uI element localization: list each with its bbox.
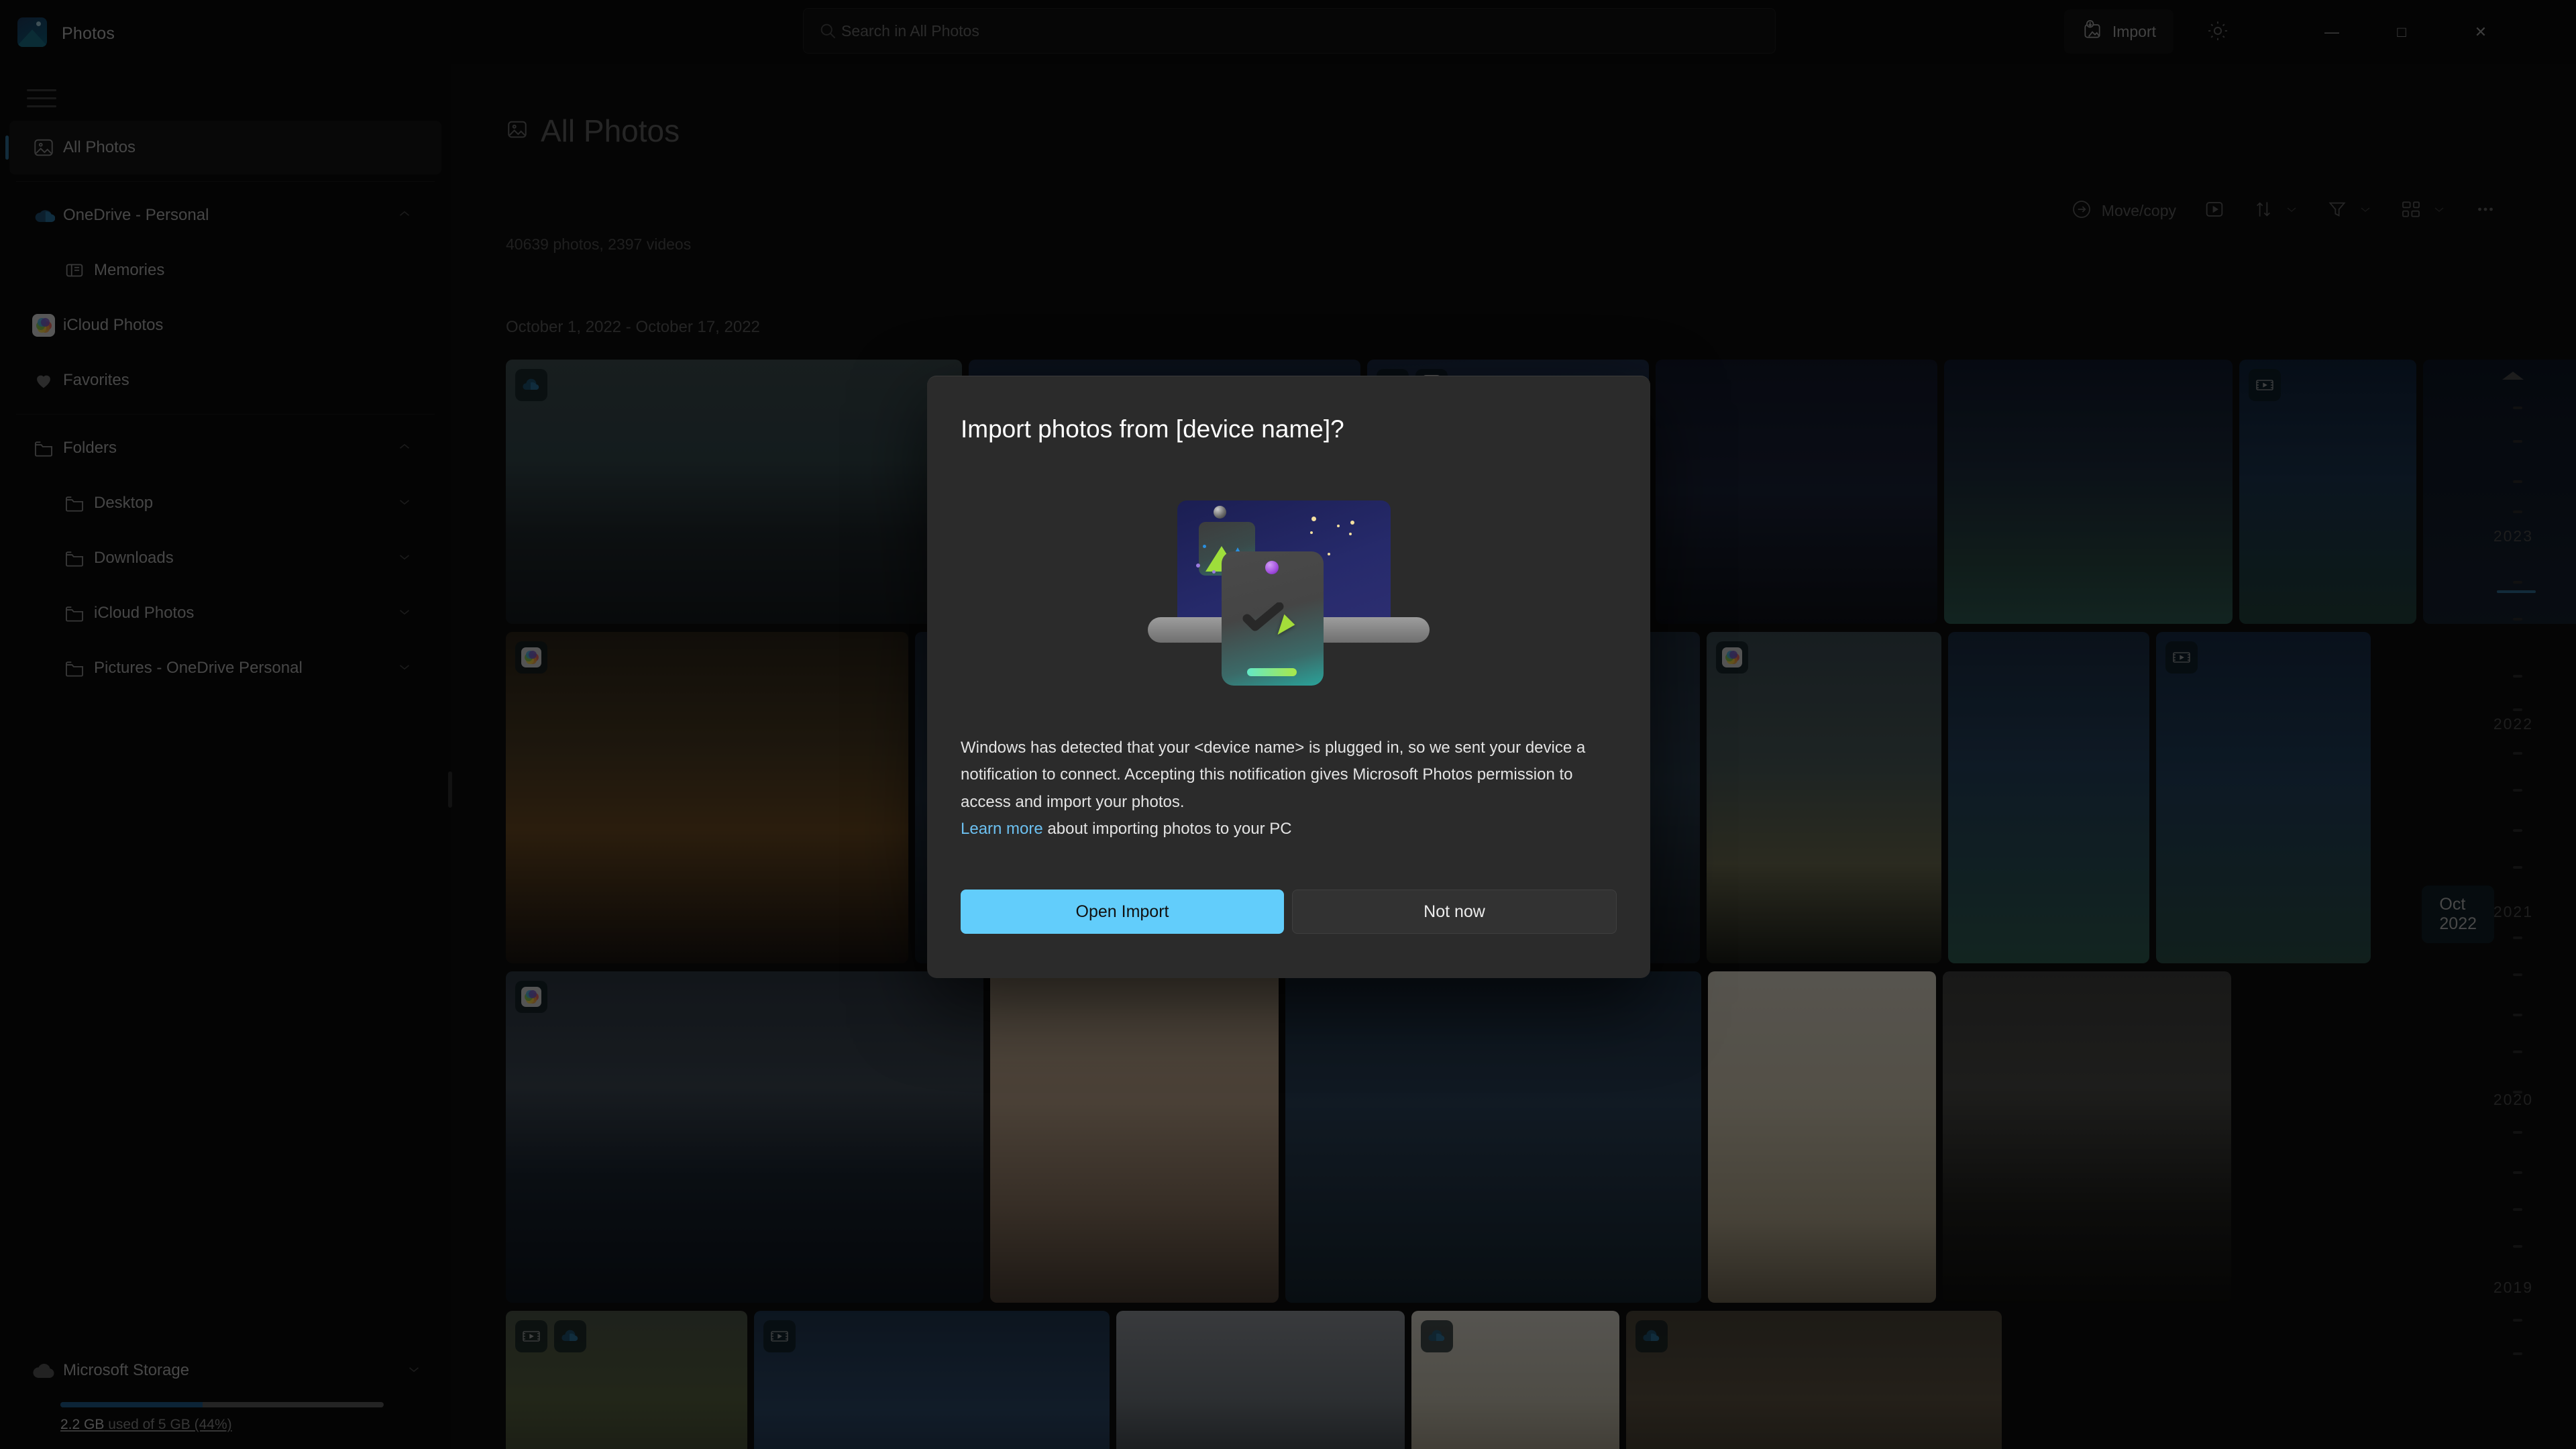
dialog-body: Windows has detected that your <device n… bbox=[927, 732, 1650, 843]
dialog-link-suffix: about importing photos to your PC bbox=[1042, 819, 1292, 838]
photos-app-window: All Photos 40639 photos, 2397 videos Mov… bbox=[0, 0, 2576, 1449]
dialog-title: Import photos from [device name]? bbox=[961, 415, 1344, 443]
dialog-body-text: Windows has detected that your <device n… bbox=[961, 739, 1586, 811]
dialog-actions: Open Import Not now bbox=[927, 843, 1650, 978]
open-import-button[interactable]: Open Import bbox=[961, 890, 1284, 934]
not-now-button[interactable]: Not now bbox=[1292, 890, 1617, 934]
laptop-and-phone-import-illustration bbox=[927, 443, 1650, 732]
import-photos-dialog: Import photos from [device name]? Window… bbox=[927, 376, 1650, 979]
learn-more-link[interactable]: Learn more bbox=[961, 820, 1043, 838]
